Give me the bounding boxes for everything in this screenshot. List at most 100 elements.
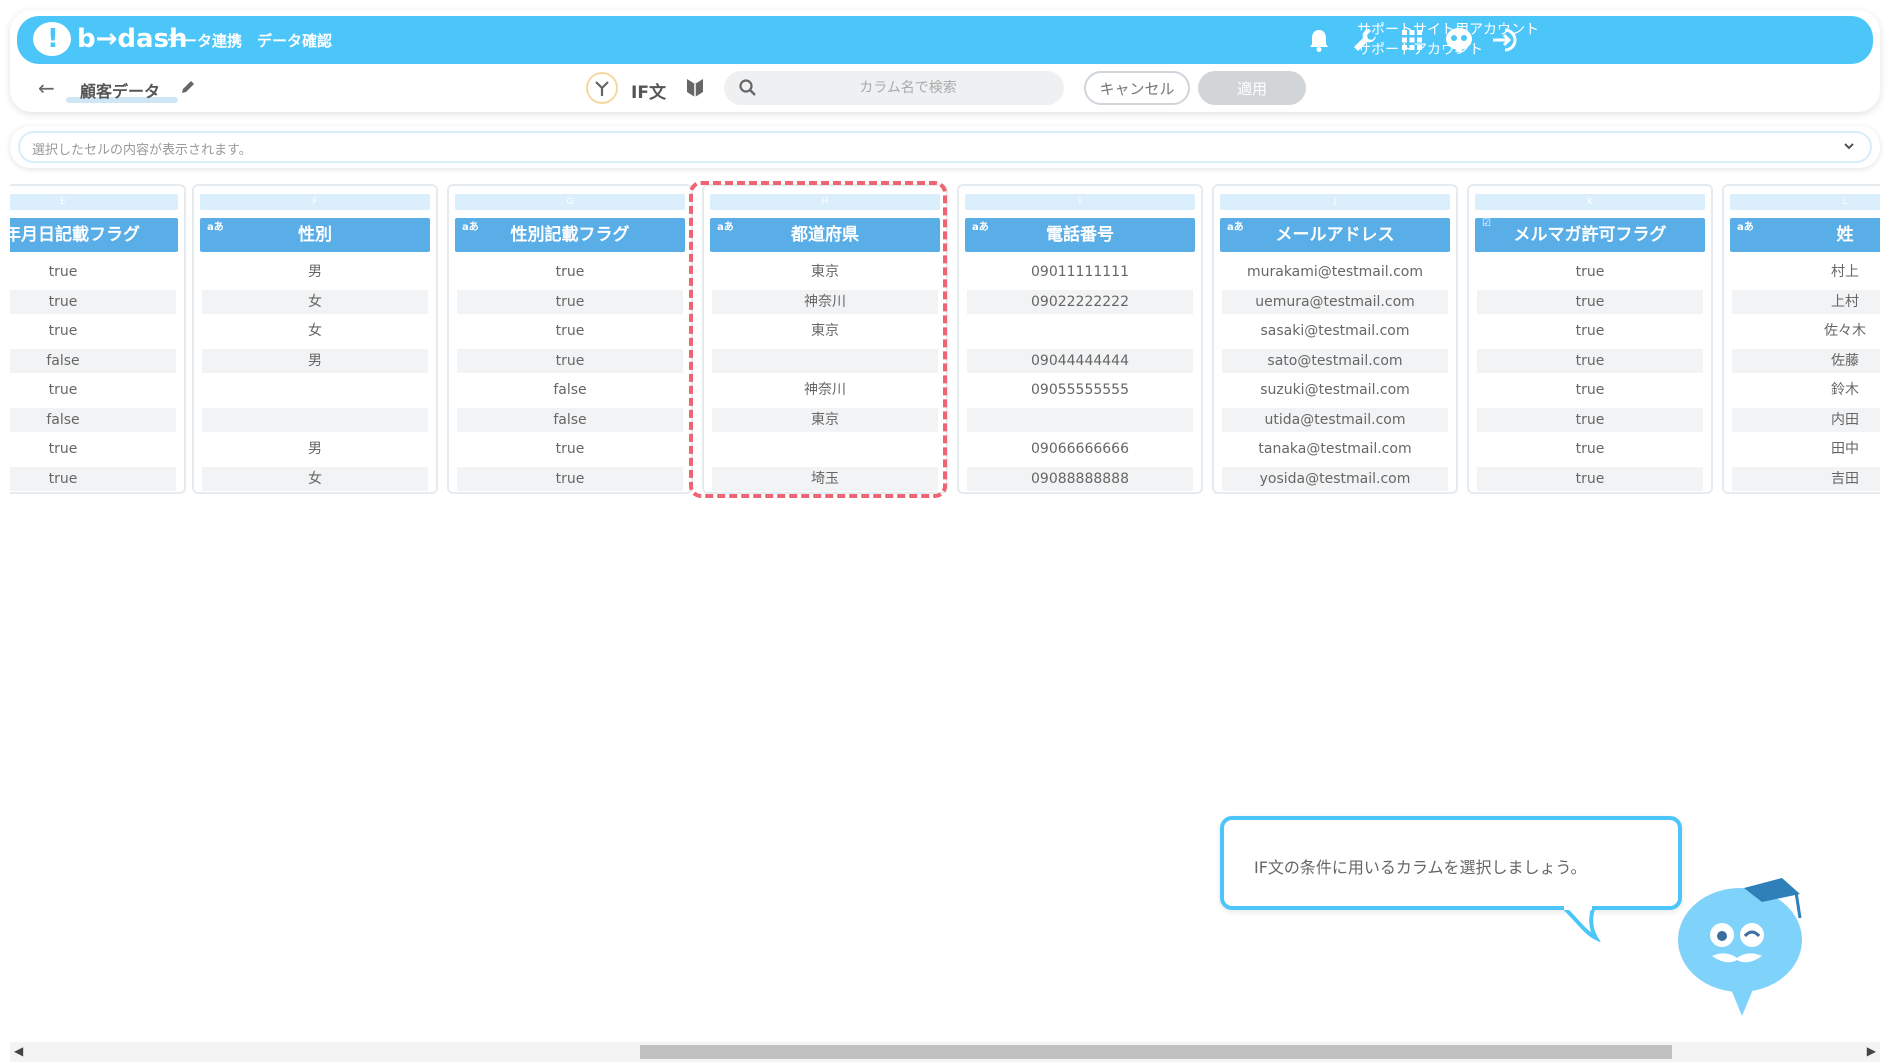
table-cell[interactable]: false [457,408,683,432]
pencil-icon[interactable] [180,79,196,99]
table-cell[interactable]: 男 [202,437,428,461]
column-header[interactable]: aあ 性別 [200,218,430,252]
table-cell[interactable]: 09011111111 [967,260,1193,284]
table-cell[interactable] [202,378,428,402]
table-cell[interactable]: 佐藤 [1732,349,1880,373]
table-cell[interactable] [712,349,938,373]
table-cell[interactable]: false [457,378,683,402]
table-cell[interactable]: 男 [202,260,428,284]
horizontal-scrollbar[interactable]: ◀ ▶ [10,1042,1880,1062]
table-cell[interactable] [967,408,1193,432]
column-header[interactable]: aあ 姓 [1730,218,1880,252]
bell-icon[interactable] [1304,25,1334,55]
table-cell[interactable]: true [1477,437,1703,461]
table-cell[interactable]: 村上 [1732,260,1880,284]
table-cell[interactable]: 吉田 [1732,467,1880,491]
nav-data-integration[interactable]: データ連携 [167,30,242,51]
table-cell[interactable]: 佐々木 [1732,319,1880,343]
table-cell[interactable]: true [10,319,176,343]
column-j[interactable]: J aあ メールアドレス murakami@testmail.com uemur… [1212,184,1458,494]
wrench-icon[interactable] [1350,25,1380,55]
scroll-right-arrow-icon[interactable]: ▶ [1867,1044,1876,1058]
table-cell[interactable]: 女 [202,319,428,343]
table-cell[interactable]: true [1477,260,1703,284]
table-cell[interactable]: false [10,349,176,373]
column-header[interactable]: aあ 性別記載フラグ [455,218,685,252]
table-cell[interactable]: sasaki@testmail.com [1222,319,1448,343]
column-f[interactable]: F aあ 性別 男 女 女 男 男 女 [192,184,438,494]
logo[interactable]: b→dash [33,22,188,56]
column-l[interactable]: L aあ 姓 村上 上村 佐々木 佐藤 鈴木 内田 田中 吉田 [1722,184,1880,494]
chevron-down-icon[interactable] [1840,137,1858,159]
search-box[interactable] [724,71,1064,105]
column-header[interactable]: aあ メールアドレス [1220,218,1450,252]
column-k[interactable]: K ☑ メルマガ許可フラグ true true true true true t… [1467,184,1713,494]
mascot-help-icon[interactable] [1444,25,1474,55]
table-cell[interactable]: 09022222222 [967,290,1193,314]
table-cell[interactable]: uemura@testmail.com [1222,290,1448,314]
table-cell[interactable] [202,408,428,432]
table-cell[interactable]: 上村 [1732,290,1880,314]
column-header[interactable]: 生年月日記載フラグ [10,218,178,252]
table-cell[interactable]: true [457,260,683,284]
table-cell[interactable]: 男 [202,349,428,373]
table-cell[interactable]: true [10,378,176,402]
column-header[interactable]: aあ 電話番号 [965,218,1195,252]
cell-content-bar[interactable]: 選択したセルの内容が表示されます。 [18,131,1872,163]
table-cell[interactable]: 内田 [1732,408,1880,432]
apps-grid-icon[interactable] [1397,25,1427,55]
table-cell[interactable]: 東京 [712,319,938,343]
scroll-left-arrow-icon[interactable]: ◀ [14,1044,23,1058]
column-g[interactable]: G aあ 性別記載フラグ true true true true false f… [447,184,693,494]
branch-icon[interactable] [586,72,618,104]
column-e[interactable]: E 生年月日記載フラグ true true true false true fa… [10,184,186,494]
table-cell[interactable]: murakami@testmail.com [1222,260,1448,284]
table-cell[interactable]: utida@testmail.com [1222,408,1448,432]
table-cell[interactable] [712,437,938,461]
table-cell[interactable] [967,319,1193,343]
table-cell[interactable]: 埼玉 [712,467,938,491]
back-arrow-icon[interactable]: ← [38,76,55,100]
table-cell[interactable]: sato@testmail.com [1222,349,1448,373]
column-h[interactable]: H aあ 都道府県 東京 神奈川 東京 神奈川 東京 埼玉 [702,184,948,494]
column-header[interactable]: ☑ メルマガ許可フラグ [1475,218,1705,252]
table-cell[interactable]: true [10,467,176,491]
table-cell[interactable]: true [10,260,176,284]
table-cell[interactable]: true [1477,319,1703,343]
table-cell[interactable]: 女 [202,290,428,314]
table-cell[interactable]: true [10,437,176,461]
beginner-mark-icon[interactable] [686,77,704,103]
table-cell[interactable]: false [10,408,176,432]
table-cell[interactable]: 田中 [1732,437,1880,461]
table-cell[interactable]: 09088888888 [967,467,1193,491]
table-cell[interactable]: true [1477,349,1703,373]
nav-data-confirmation[interactable]: データ確認 [257,30,332,51]
cancel-button[interactable]: キャンセル [1084,71,1190,105]
table-cell[interactable]: true [1477,408,1703,432]
table-cell[interactable]: yosida@testmail.com [1222,467,1448,491]
logout-icon[interactable] [1491,25,1521,55]
column-header[interactable]: aあ 都道府県 [710,218,940,252]
scrollbar-thumb[interactable] [640,1045,1672,1059]
table-cell[interactable]: 女 [202,467,428,491]
table-cell[interactable]: true [1477,378,1703,402]
table-cell[interactable]: suzuki@testmail.com [1222,378,1448,402]
column-search-input[interactable] [768,71,1048,105]
dataset-name[interactable]: 顧客データ [80,78,160,102]
table-cell[interactable]: true [457,349,683,373]
table-cell[interactable]: 鈴木 [1732,378,1880,402]
table-cell[interactable]: 東京 [712,260,938,284]
table-cell[interactable]: 東京 [712,408,938,432]
table-cell[interactable]: tanaka@testmail.com [1222,437,1448,461]
apply-button[interactable]: 適用 [1198,71,1306,105]
table-cell[interactable]: 09066666666 [967,437,1193,461]
table-cell[interactable]: 09044444444 [967,349,1193,373]
table-cell[interactable]: true [1477,290,1703,314]
table-cell[interactable]: true [1477,467,1703,491]
table-cell[interactable]: true [10,290,176,314]
table-cell[interactable]: true [457,437,683,461]
table-cell[interactable]: true [457,319,683,343]
column-i[interactable]: I aあ 電話番号 09011111111 09022222222 090444… [957,184,1203,494]
table-cell[interactable]: true [457,467,683,491]
table-cell[interactable]: 09055555555 [967,378,1193,402]
